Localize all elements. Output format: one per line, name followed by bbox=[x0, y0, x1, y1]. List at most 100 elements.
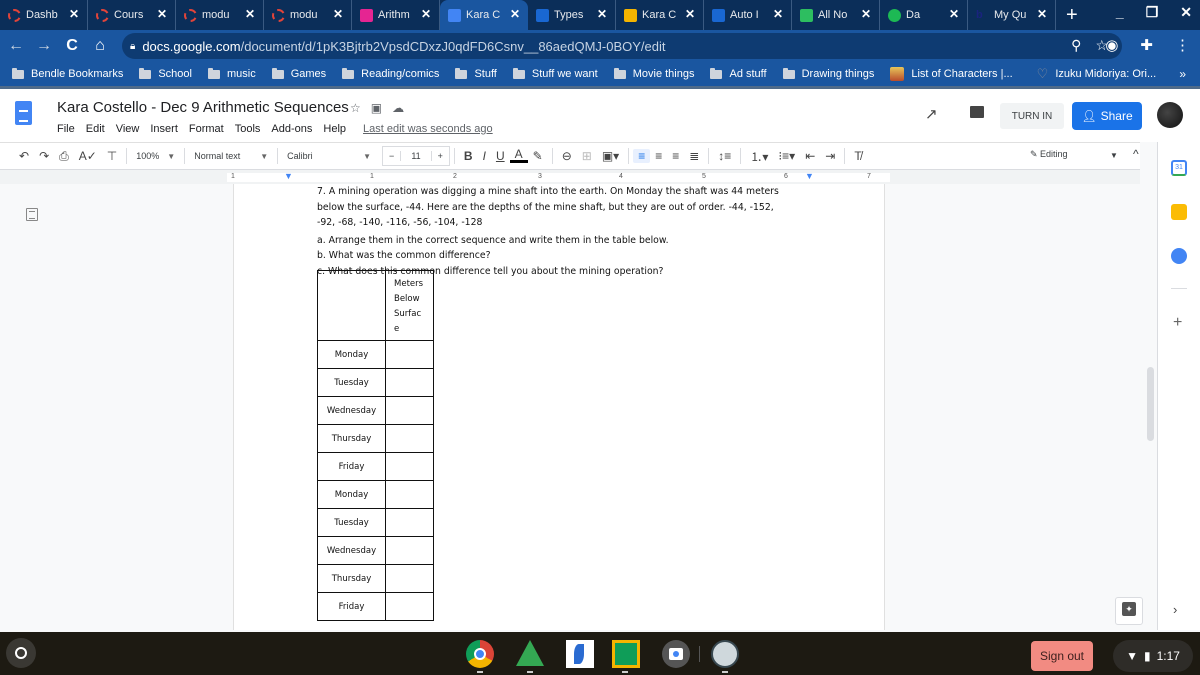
close-tab-icon[interactable]: ✕ bbox=[245, 7, 255, 21]
google-docs-logo-icon[interactable] bbox=[15, 101, 32, 125]
close-tab-icon[interactable]: ✕ bbox=[773, 7, 783, 21]
back-button[interactable]: ← bbox=[4, 37, 28, 55]
increase-font-size-button[interactable]: + bbox=[432, 151, 449, 161]
google-drive-icon[interactable] bbox=[516, 640, 544, 666]
browser-tab[interactable]: Cours ✕ bbox=[88, 0, 176, 30]
browser-tab[interactable]: modu ✕ bbox=[264, 0, 352, 30]
minimize-button[interactable]: _ bbox=[1116, 4, 1124, 21]
browser-tab[interactable]: modu ✕ bbox=[176, 0, 264, 30]
add-addon-icon[interactable]: + bbox=[1173, 314, 1182, 332]
close-tab-icon[interactable]: ✕ bbox=[421, 7, 431, 21]
right-indent-marker[interactable]: ▼ bbox=[805, 171, 814, 181]
document-outline-icon[interactable] bbox=[26, 208, 38, 221]
depth-answer-cell[interactable] bbox=[385, 368, 434, 397]
forward-button[interactable]: → bbox=[32, 37, 56, 55]
font-size-input[interactable]: 11 bbox=[400, 151, 432, 161]
bookmark-item[interactable]: music bbox=[207, 67, 256, 80]
numbered-list-icon[interactable]: ⒈▾ bbox=[745, 148, 773, 165]
app-feather-icon[interactable] bbox=[566, 640, 594, 668]
day-cell[interactable]: Monday bbox=[317, 480, 386, 509]
text-color-icon[interactable]: A bbox=[509, 148, 528, 163]
bookmark-item[interactable]: Ad stuff bbox=[710, 67, 767, 80]
menu-edit[interactable]: Edit bbox=[86, 123, 105, 135]
depth-answer-cell[interactable] bbox=[385, 340, 434, 369]
browser-tab[interactable]: Types ✕ bbox=[528, 0, 616, 30]
redo-icon[interactable]: ↷ bbox=[34, 149, 54, 163]
show-side-panel-icon[interactable]: › bbox=[1173, 602, 1177, 617]
close-tab-icon[interactable]: ✕ bbox=[1037, 7, 1047, 21]
google-calendar-icon[interactable]: 31 bbox=[1171, 160, 1187, 176]
bookmark-item[interactable]: ♡ Izuku Midoriya: Ori... bbox=[1037, 66, 1157, 82]
star-icon[interactable]: ☆ bbox=[350, 101, 361, 115]
spellcheck-icon[interactable]: A✓ bbox=[74, 149, 102, 163]
depth-answer-cell[interactable] bbox=[385, 424, 434, 453]
address-bar[interactable]: 🔒︎ docs.google.com /document/d/1pK3Bjtrb… bbox=[122, 33, 1122, 59]
bookmark-item[interactable]: Stuff bbox=[455, 67, 497, 80]
sign-out-button[interactable]: Sign out bbox=[1031, 641, 1093, 671]
move-folder-icon[interactable]: ▣ bbox=[371, 101, 382, 115]
clear-formatting-icon[interactable]: T̸ bbox=[849, 149, 866, 163]
google-tasks-icon[interactable] bbox=[1171, 248, 1187, 264]
add-comment-icon[interactable]: ⊞ bbox=[577, 149, 597, 163]
bookmark-item[interactable]: List of Characters |... bbox=[890, 67, 1013, 81]
close-tab-icon[interactable]: ✕ bbox=[69, 7, 79, 21]
document-page[interactable]: 7. A mining operation was digging a mine… bbox=[233, 184, 885, 630]
chevron-down-icon[interactable]: ▼ bbox=[1110, 151, 1118, 160]
underline-icon[interactable]: U bbox=[491, 149, 510, 163]
activity-trend-icon[interactable]: ↗ bbox=[925, 105, 938, 123]
paint-format-icon[interactable]: ⊤ bbox=[102, 149, 122, 163]
more-bookmarks-icon[interactable]: » bbox=[1179, 67, 1186, 81]
header-cell-meters-below-surface[interactable]: Meters Below Surfac e bbox=[385, 270, 434, 341]
decrease-font-size-button[interactable]: − bbox=[383, 151, 400, 161]
explore-button[interactable] bbox=[1115, 597, 1143, 625]
share-button[interactable]: 👤︎ Share bbox=[1072, 102, 1142, 130]
left-indent-marker[interactable]: ▼ bbox=[284, 171, 293, 181]
align-center-icon[interactable]: ≡ bbox=[650, 149, 667, 163]
browser-tab[interactable]: Kara C ✕ bbox=[440, 0, 528, 30]
day-cell[interactable]: Friday bbox=[317, 592, 386, 621]
close-tab-icon[interactable]: ✕ bbox=[157, 7, 167, 21]
day-cell[interactable]: Friday bbox=[317, 452, 386, 481]
system-tray[interactable]: ▼ ▮ 1:17 bbox=[1113, 640, 1193, 672]
close-tab-icon[interactable]: ✕ bbox=[597, 7, 607, 21]
reload-button[interactable]: C bbox=[60, 37, 84, 55]
menu-insert[interactable]: Insert bbox=[150, 123, 178, 135]
highlight-color-icon[interactable]: ✎ bbox=[528, 149, 548, 163]
browser-menu-icon[interactable]: ⋮ bbox=[1175, 36, 1190, 54]
camera-icon[interactable] bbox=[662, 640, 690, 668]
justify-icon[interactable]: ≣ bbox=[684, 149, 704, 163]
day-cell[interactable]: Wednesday bbox=[317, 536, 386, 565]
font-select[interactable]: Calibri ▼ bbox=[282, 151, 376, 161]
day-cell[interactable]: Tuesday bbox=[317, 508, 386, 537]
close-tab-icon[interactable]: ✕ bbox=[510, 7, 520, 21]
last-edit-link[interactable]: Last edit was seconds ago bbox=[363, 123, 493, 135]
close-tab-icon[interactable]: ✕ bbox=[861, 7, 871, 21]
zoom-icon[interactable]: ⚲ bbox=[1071, 37, 1081, 54]
bookmark-item[interactable]: Reading/comics bbox=[342, 67, 439, 80]
undo-icon[interactable]: ↶ bbox=[14, 149, 34, 163]
bulleted-list-icon[interactable]: ⁝≡▾ bbox=[773, 149, 800, 163]
depth-answer-cell[interactable] bbox=[385, 536, 434, 565]
menu-help[interactable]: Help bbox=[323, 123, 346, 135]
bookmark-item[interactable]: Bendle Bookmarks bbox=[12, 67, 123, 80]
google-keep-icon[interactable] bbox=[1171, 204, 1187, 220]
align-right-icon[interactable]: ≡ bbox=[667, 149, 684, 163]
menu-tools[interactable]: Tools bbox=[235, 123, 261, 135]
document-body[interactable]: 7. A mining operation was digging a mine… bbox=[317, 184, 797, 621]
zoom-select[interactable]: 100% ▼ bbox=[131, 151, 180, 161]
menu-format[interactable]: Format bbox=[189, 123, 224, 135]
close-window-button[interactable]: ✕ bbox=[1180, 4, 1192, 21]
collapse-menus-icon[interactable]: ^ bbox=[1133, 147, 1139, 161]
print-icon[interactable]: ⎙ bbox=[54, 149, 74, 164]
browser-tab[interactable]: Dashb ✕ bbox=[0, 0, 88, 30]
avatar[interactable] bbox=[1157, 102, 1183, 128]
turn-in-button[interactable]: TURN IN bbox=[1000, 103, 1064, 129]
owl-extension-icon[interactable]: ◉ bbox=[1105, 36, 1118, 54]
cloud-saved-icon[interactable]: ☁ bbox=[392, 101, 404, 115]
menu-file[interactable]: File bbox=[57, 123, 75, 135]
day-cell[interactable]: Thursday bbox=[317, 424, 386, 453]
editing-mode-select[interactable]: ✎ Editing bbox=[1030, 149, 1068, 160]
depth-answer-cell[interactable] bbox=[385, 508, 434, 537]
day-cell[interactable]: Thursday bbox=[317, 564, 386, 593]
depth-answer-cell[interactable] bbox=[385, 564, 434, 593]
